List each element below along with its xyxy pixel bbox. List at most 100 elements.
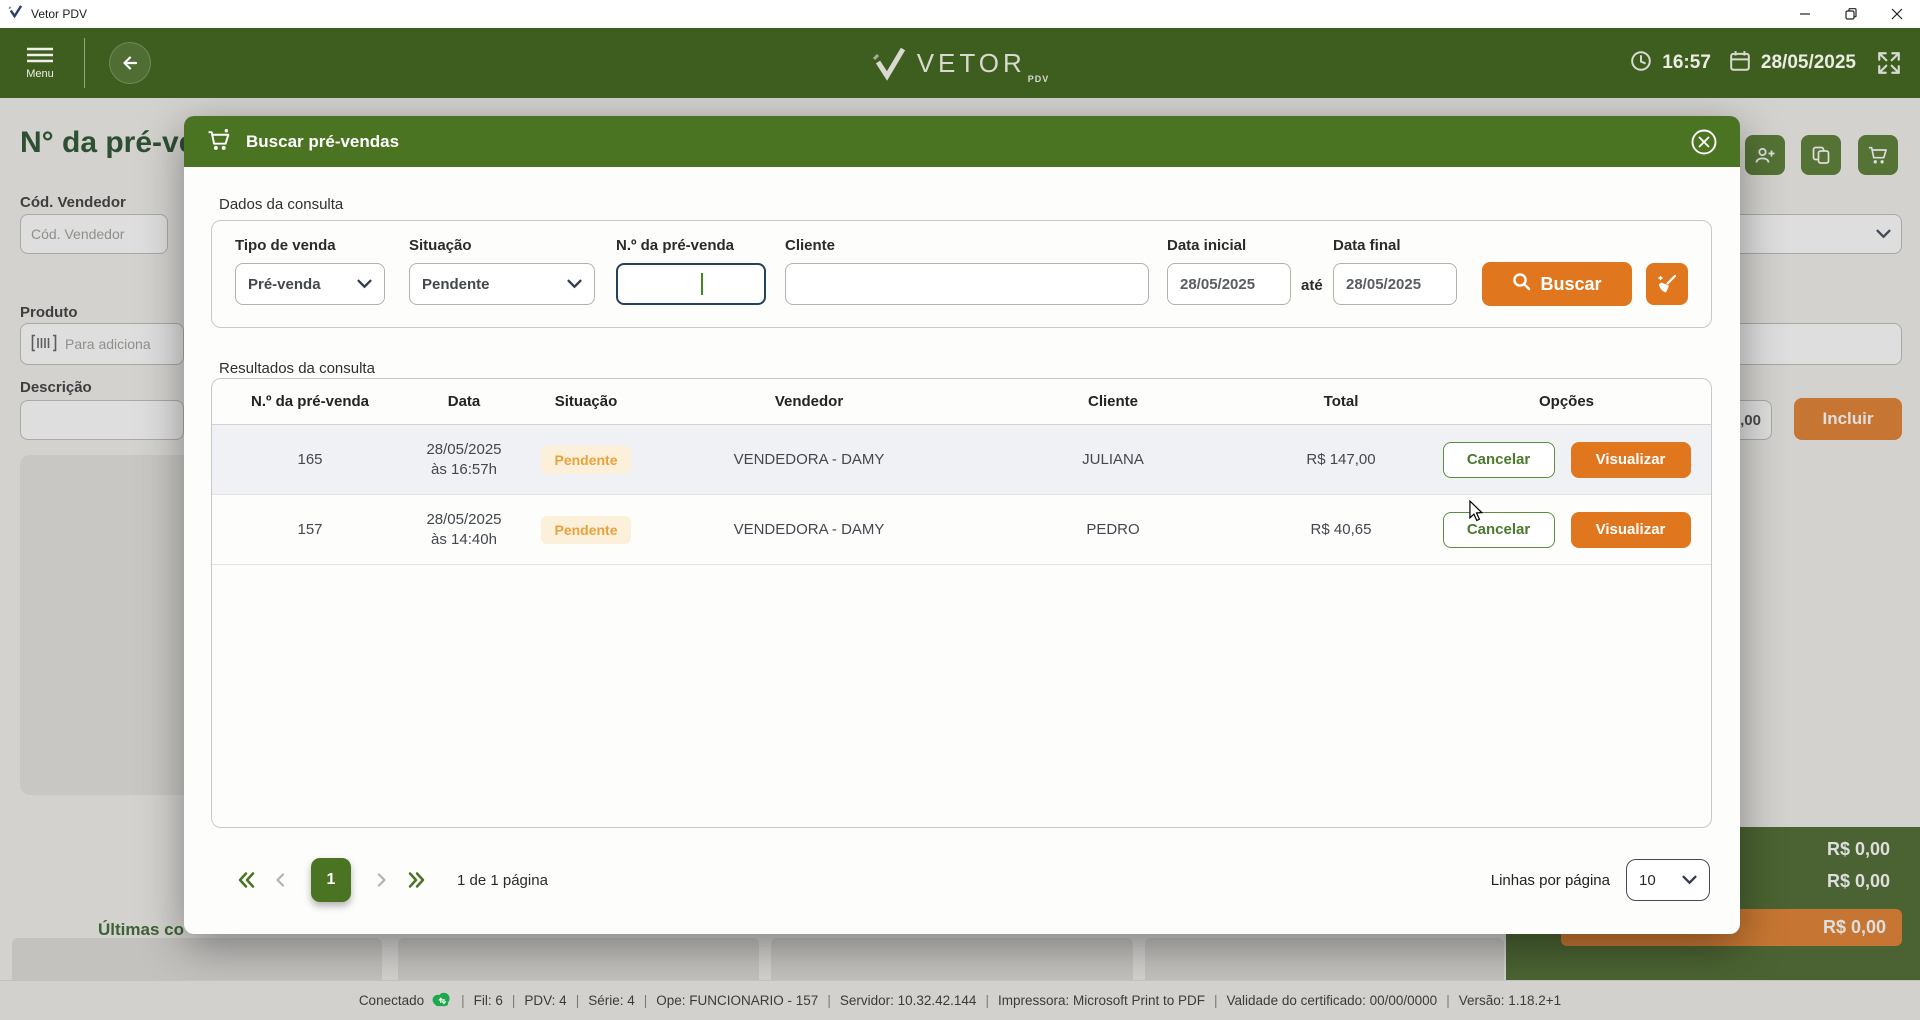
cell-opcoes: Cancelar Visualizar: [1422, 442, 1711, 478]
cliente-label: Cliente: [785, 237, 835, 254]
status-bar: Conectado Fil: 6 PDV: 4 Série: 4 Ope: FU…: [0, 980, 1920, 1020]
cell-data: 28/05/2025às 16:57h: [408, 441, 520, 478]
cell-situacao: Pendente: [520, 446, 652, 474]
col-header: Opções: [1422, 393, 1711, 410]
clear-filters-button[interactable]: [1646, 263, 1688, 305]
cell-cliente: JULIANA: [966, 451, 1260, 468]
status-item: Série: 4: [567, 993, 635, 1008]
visualizar-button[interactable]: Visualizar: [1571, 442, 1691, 478]
situacao-select[interactable]: Pendente: [409, 263, 595, 305]
table-row: 165 28/05/2025às 16:57h Pendente VENDEDO…: [212, 425, 1711, 495]
header-divider: [84, 38, 85, 88]
results-table: N.º da pré-venda Data Situação Vendedor …: [211, 378, 1712, 828]
titlebar: Vetor PDV: [0, 0, 1920, 28]
cell-numero: 157: [212, 521, 408, 538]
pagination: 1 1 de 1 página: [229, 858, 548, 902]
cancelar-button[interactable]: Cancelar: [1443, 512, 1555, 548]
col-header: Total: [1260, 393, 1422, 410]
status-badge: Pendente: [541, 446, 630, 474]
app-window: Vetor PDV Menu VETOR PDV 16:57 28/05/202…: [0, 0, 1920, 1020]
last-page-button[interactable]: [399, 871, 433, 889]
cell-total: R$ 40,65: [1260, 521, 1422, 538]
chevron-down-icon: [357, 276, 372, 293]
numero-pre-venda-input[interactable]: [616, 263, 766, 305]
table-header-row: N.º da pré-venda Data Situação Vendedor …: [212, 379, 1711, 425]
close-icon: [1690, 128, 1718, 156]
minimize-button[interactable]: [1782, 0, 1828, 28]
cell-numero: 165: [212, 451, 408, 468]
cell-situacao: Pendente: [520, 516, 652, 544]
header-date: 28/05/2025: [1761, 52, 1856, 74]
calendar-icon: [1729, 50, 1751, 77]
buscar-pre-vendas-modal: Buscar pré-vendas Dados da consulta Tipo…: [184, 116, 1740, 934]
cell-vendedor: VENDEDORA - DAMY: [652, 451, 966, 468]
buscar-button[interactable]: Buscar: [1482, 262, 1632, 306]
main-content: N° da pré-ve Cód. Vendedor Cód. Vendedor…: [0, 98, 1920, 980]
data-final-input[interactable]: 28/05/2025: [1333, 263, 1457, 305]
numero-pre-venda-label: N.º da pré-venda: [616, 237, 734, 254]
next-page-button[interactable]: [365, 872, 399, 888]
status-item: Versão: 1.18.2+1: [1437, 993, 1561, 1008]
cell-opcoes: Cancelar Visualizar: [1422, 512, 1711, 548]
app-header: Menu VETOR PDV 16:57 28/05/2025: [0, 28, 1920, 98]
back-button[interactable]: [109, 42, 151, 84]
clock-icon: [1630, 50, 1652, 77]
data-inicial-input[interactable]: 28/05/2025: [1167, 263, 1291, 305]
text-caret: [701, 273, 703, 295]
menu-button[interactable]: Menu: [8, 47, 72, 80]
cloud-sync-icon: [431, 991, 452, 1010]
data-final-label: Data final: [1333, 237, 1401, 254]
prev-page-button[interactable]: [263, 872, 297, 888]
status-item: Fil: 6: [452, 993, 503, 1008]
col-header: Cliente: [966, 393, 1260, 410]
col-header: Data: [408, 393, 520, 410]
status-item: Ope: FUNCIONARIO - 157: [635, 993, 819, 1008]
col-header: N.º da pré-venda: [212, 393, 408, 410]
status-item: Impressora: Microsoft Print to PDF: [976, 993, 1205, 1008]
modal-header: Buscar pré-vendas: [184, 116, 1740, 167]
current-page-button[interactable]: 1: [311, 858, 351, 902]
cell-total: R$ 147,00: [1260, 451, 1422, 468]
cancelar-button[interactable]: Cancelar: [1443, 442, 1555, 478]
menu-label: Menu: [26, 68, 54, 80]
col-header: Situação: [520, 393, 652, 410]
search-icon: [1512, 272, 1531, 296]
broom-icon: [1656, 273, 1678, 295]
logo-text: VETOR: [917, 48, 1026, 79]
cell-cliente: PEDRO: [966, 521, 1260, 538]
hamburger-icon: [26, 47, 54, 63]
status-item: PDV: 4: [503, 993, 567, 1008]
first-page-button[interactable]: [229, 871, 263, 889]
window-controls: [1782, 0, 1920, 28]
rows-per-page-label: Linhas por página: [1491, 872, 1610, 889]
resultados-section-title: Resultados da consulta: [219, 360, 375, 377]
data-inicial-label: Data inicial: [1167, 237, 1246, 254]
status-badge: Pendente: [541, 516, 630, 544]
status-item: Servidor: 10.32.42.144: [818, 993, 976, 1008]
mouse-cursor: [1468, 500, 1484, 527]
close-window-button[interactable]: [1874, 0, 1920, 28]
close-modal-button[interactable]: [1690, 128, 1718, 156]
window-title: Vetor PDV: [31, 7, 87, 21]
table-row: 157 28/05/2025às 14:40h Pendente VENDEDO…: [212, 495, 1711, 565]
cliente-input[interactable]: [785, 263, 1149, 305]
back-arrow-icon: [120, 53, 140, 73]
visualizar-button[interactable]: Visualizar: [1571, 512, 1691, 548]
consulta-section-title: Dados da consulta: [219, 196, 343, 213]
tipo-venda-select[interactable]: Pré-venda: [235, 263, 385, 305]
chevron-down-icon: [1682, 872, 1697, 889]
cart-icon: [206, 128, 232, 156]
connection-status: Conectado: [359, 991, 452, 1010]
tipo-venda-label: Tipo de venda: [235, 237, 336, 254]
pagination-info: 1 de 1 página: [457, 872, 548, 889]
modal-title: Buscar pré-vendas: [246, 132, 399, 152]
cell-vendedor: VENDEDORA - DAMY: [652, 521, 966, 538]
fullscreen-icon[interactable]: [1876, 50, 1902, 76]
col-header: Vendedor: [652, 393, 966, 410]
search-form: Tipo de venda Pré-venda Situação Pendent…: [211, 220, 1712, 328]
restore-button[interactable]: [1828, 0, 1874, 28]
situacao-label: Situação: [409, 237, 472, 254]
logo-subtext: PDV: [1028, 74, 1050, 84]
app-logo-icon: [8, 4, 23, 24]
rows-per-page-select[interactable]: 10: [1626, 859, 1710, 901]
